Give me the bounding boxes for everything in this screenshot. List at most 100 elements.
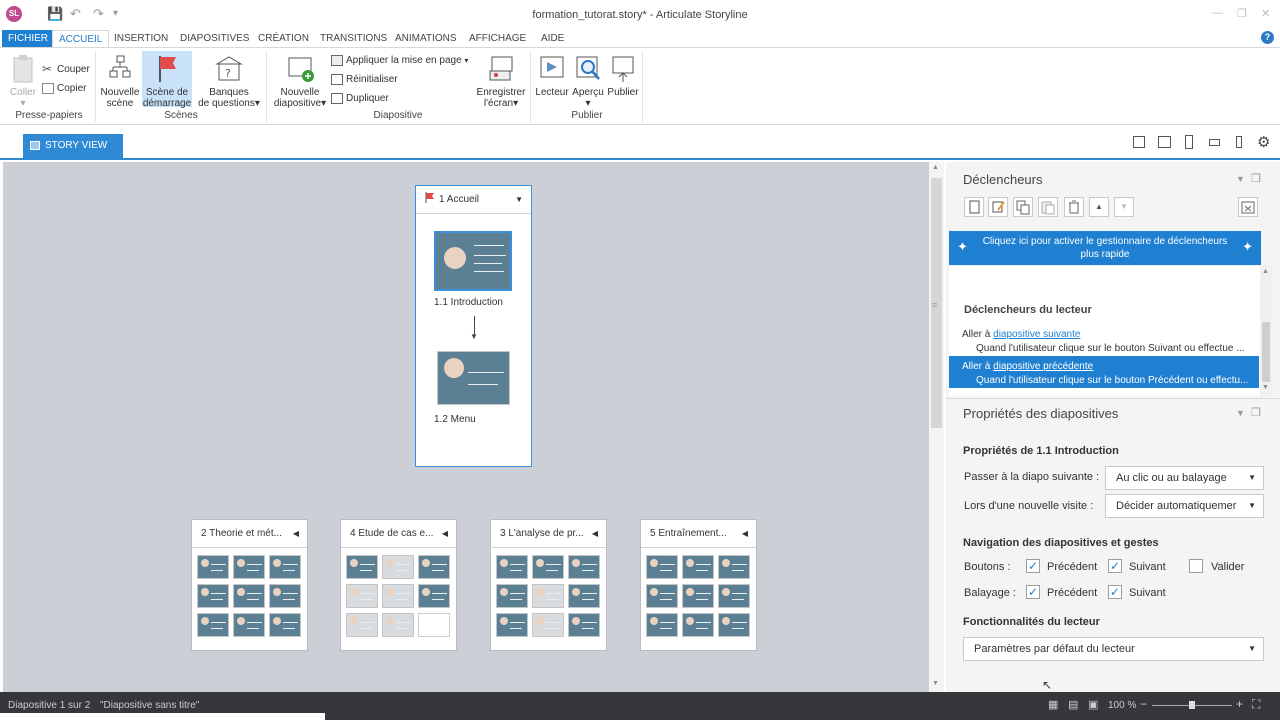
record-screen-button[interactable]: Enregistrer l'écran▾ [474,54,528,109]
paste-trigger-button[interactable] [1038,197,1058,217]
slide-thumbnail[interactable] [437,351,510,405]
reset-button[interactable]: Réinitialiser [331,72,398,88]
tablet-landscape-icon[interactable] [1158,136,1171,148]
slide-thumbnail[interactable] [434,231,512,291]
player-button[interactable]: Lecteur [534,54,570,98]
slide-thumbnail[interactable] [568,613,600,637]
story-canvas[interactable]: 1 Accueil ▼ 1.1 Introduction ▼ 1.2 Menu … [3,162,929,692]
copy-trigger-button[interactable] [1013,197,1033,217]
phone-landscape-icon[interactable] [1209,139,1220,146]
zoom-slider-knob[interactable] [1189,701,1195,709]
slide-thumbnail[interactable] [718,584,750,608]
buttons-previous-checkbox[interactable]: ✓ [1026,559,1040,573]
canvas-scrollbar[interactable]: ▲ ≡ ▼ [929,162,944,692]
trigger-variables-button[interactable] [1238,197,1258,217]
gear-icon[interactable]: ⚙ [1257,133,1270,151]
buttons-next-checkbox[interactable]: ✓ [1108,559,1122,573]
swipe-previous-checkbox[interactable]: ✓ [1026,585,1040,599]
scene-header[interactable]: 4 Etude de cas e... ◀ [341,520,456,548]
scrollbar-thumb[interactable] [1262,322,1270,382]
copy-button[interactable]: Copier [42,81,86,97]
trigger-manager-banner[interactable]: ✦ Cliquez ici pour activer le gestionnai… [949,231,1261,265]
slide-thumbnail[interactable] [382,555,414,579]
move-up-icon[interactable]: ▲ [1089,197,1109,217]
scroll-up-icon[interactable]: ▲ [1262,268,1269,275]
swipe-next-checkbox[interactable]: ✓ [1108,585,1122,599]
slide-thumbnail[interactable] [718,613,750,637]
slide-thumbnail[interactable] [418,584,450,608]
tab-creation[interactable]: CRÉATION [252,30,315,47]
scene-card[interactable]: 2 Theorie et mét... ◀ [191,519,308,651]
tab-aide[interactable]: AIDE [535,30,570,47]
slide-thumbnail[interactable] [532,584,564,608]
slide-thumbnail[interactable] [233,613,265,637]
slide-thumbnail[interactable] [682,555,714,579]
scene-header[interactable]: 3 L'analyse de pr... ◀ [491,520,606,548]
slide-thumbnail[interactable] [682,613,714,637]
slide-thumbnail[interactable] [382,584,414,608]
slide-thumbnail[interactable] [496,613,528,637]
phone-portrait-icon[interactable] [1236,136,1242,148]
slide-thumbnail[interactable] [233,555,265,579]
publish-button[interactable]: Publier [606,54,640,98]
slide-thumbnail[interactable] [418,613,450,637]
tablet-portrait-icon[interactable] [1185,135,1193,149]
scene-header[interactable]: 5 Entraînement... ◀ [641,520,756,548]
panel-collapse-icon[interactable]: ▼ [1236,174,1245,184]
scene-card[interactable]: 4 Etude de cas e... ◀ [340,519,457,651]
minimize-icon[interactable]: — [1212,7,1223,19]
slide-thumbnail[interactable] [682,584,714,608]
delete-trigger-button[interactable] [1064,197,1084,217]
move-down-icon[interactable]: ▼ [1114,197,1134,217]
trigger-target-link[interactable]: diapositive précédente [993,361,1093,372]
tab-fichier[interactable]: FICHIER [2,30,54,47]
duplicate-button[interactable]: Dupliquer [331,91,389,107]
story-view-icon[interactable]: ▦ [1048,698,1058,711]
buttons-submit-checkbox[interactable] [1189,559,1203,573]
slide-thumbnail[interactable] [197,584,229,608]
scroll-up-icon[interactable]: ▲ [932,164,939,171]
panel-float-icon[interactable]: ❐ [1251,172,1261,185]
paste-button[interactable]: Coller ▾ [8,54,38,109]
expand-icon[interactable]: ◀ [293,520,299,548]
tab-insertion[interactable]: INSERTION [108,30,174,47]
slide-thumbnail[interactable] [382,613,414,637]
slide-view-icon[interactable]: ▣ [1088,698,1098,711]
revisit-dropdown[interactable]: Décider automatiquemer ▼ [1105,494,1264,518]
advance-dropdown[interactable]: Au clic ou au balayage ▼ [1105,466,1264,490]
slide-thumbnail[interactable] [568,555,600,579]
collapse-icon[interactable]: ▼ [515,186,523,214]
zoom-in-icon[interactable]: + [1236,697,1243,711]
panel-collapse-icon[interactable]: ▼ [1236,408,1245,418]
edit-trigger-button[interactable] [988,197,1008,217]
scene-header[interactable]: 2 Theorie et mét... ◀ [192,520,307,548]
slide-thumbnail[interactable] [346,555,378,579]
trigger-row-selected[interactable]: Aller à diapositive précédente Quand l'u… [949,356,1259,388]
normal-view-icon[interactable]: ▤ [1068,698,1078,711]
slide-thumbnail[interactable] [496,555,528,579]
new-scene-button[interactable]: Nouvelle scène [99,54,141,109]
tab-animations[interactable]: ANIMATIONS [389,30,462,47]
slide-thumbnail[interactable] [646,584,678,608]
slide-thumbnail[interactable] [197,555,229,579]
slide-thumbnail[interactable] [568,584,600,608]
slide-thumbnail[interactable] [233,584,265,608]
slide-thumbnail[interactable] [346,584,378,608]
slide-thumbnail[interactable] [346,613,378,637]
expand-icon[interactable]: ◀ [592,520,598,548]
apply-layout-button[interactable]: Appliquer la mise en page ▾ [331,53,468,69]
tab-accueil[interactable]: ACCUEIL [52,30,110,47]
new-slide-button[interactable]: Nouvelle diapositive▾ [272,54,328,109]
slide-label[interactable]: 1.2 Menu [434,414,476,425]
slide-label[interactable]: 1.1 Introduction [434,297,503,308]
expand-icon[interactable]: ◀ [742,520,748,548]
story-view-tab[interactable]: STORY VIEW [23,134,123,158]
zoom-out-icon[interactable]: − [1140,697,1147,711]
slide-thumbnail[interactable] [197,613,229,637]
slide-thumbnail[interactable] [269,555,301,579]
slide-thumbnail[interactable] [269,613,301,637]
help-icon[interactable]: ? [1261,31,1274,44]
trigger-target-link[interactable]: diapositive suivante [993,329,1080,340]
scene-card[interactable]: 5 Entraînement... ◀ [640,519,757,651]
slide-thumbnail[interactable] [646,613,678,637]
